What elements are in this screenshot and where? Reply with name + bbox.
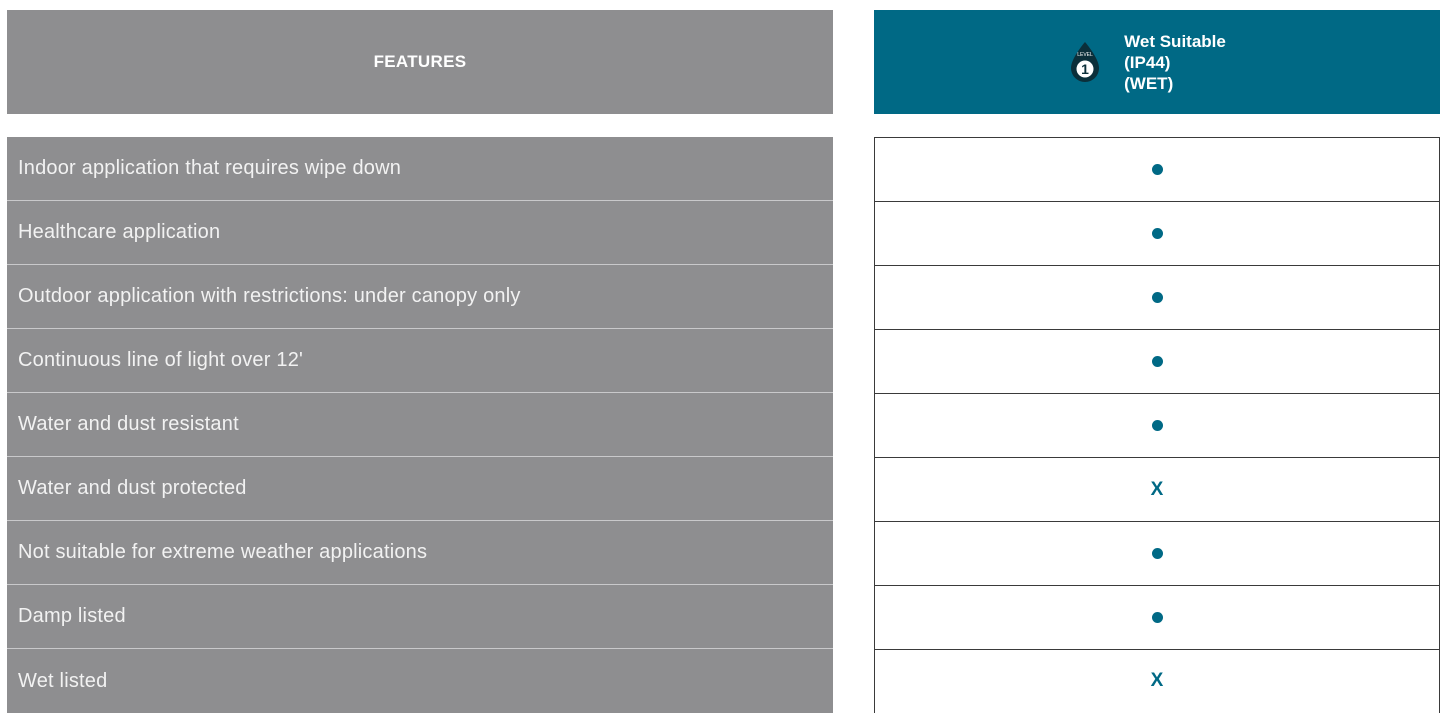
water-drop-level-icon: LEVEL 1: [1071, 42, 1100, 82]
value-cell: [875, 522, 1439, 586]
value-cell: [875, 586, 1439, 650]
level-title-line: (IP44): [1124, 52, 1171, 72]
feature-row-label: Water and dust resistant: [7, 393, 833, 457]
feature-row-label: Continuous line of light over 12': [7, 329, 833, 393]
feature-row-label: Not suitable for extreme weather applica…: [7, 521, 833, 585]
level-title: Wet Suitable (IP44) (WET): [1124, 31, 1226, 94]
level-title-line: Wet Suitable: [1124, 31, 1226, 51]
level-number: 1: [1081, 61, 1089, 77]
value-cell: [875, 138, 1439, 202]
features-header-label: FEATURES: [373, 52, 467, 71]
level-header: LEVEL 1 Wet Suitable (IP44) (WET): [874, 10, 1440, 114]
value-cell: X: [875, 650, 1439, 712]
value-cell: [875, 394, 1439, 458]
dot-icon: [1151, 292, 1163, 303]
dot-icon: [1151, 612, 1163, 623]
dot-icon: [1151, 548, 1163, 559]
feature-row-label: Outdoor application with restrictions: u…: [7, 265, 833, 329]
feature-row-label: Damp listed: [7, 585, 833, 649]
dot-icon: [1151, 420, 1163, 431]
x-mark: X: [1150, 478, 1164, 500]
x-mark: X: [1150, 670, 1164, 691]
features-column: Indoor application that requires wipe do…: [7, 137, 833, 713]
dot-icon: [1151, 356, 1163, 367]
values-column: XX: [874, 137, 1440, 713]
value-cell: [875, 330, 1439, 394]
dot-icon: [1151, 228, 1163, 239]
feature-row-label: Indoor application that requires wipe do…: [7, 137, 833, 201]
level-title-line: (WET): [1124, 73, 1174, 93]
features-header: FEATURES: [7, 10, 833, 114]
feature-row-label: Wet listed: [18, 669, 108, 692]
feature-row-label: Healthcare application: [7, 201, 833, 265]
value-cell: X: [875, 458, 1439, 522]
value-cell: [875, 202, 1439, 266]
level-badge-text: LEVEL: [1077, 52, 1093, 58]
feature-row-label: Water and dust protected: [7, 457, 833, 521]
dot-icon: [1151, 164, 1163, 175]
value-cell: [875, 266, 1439, 330]
